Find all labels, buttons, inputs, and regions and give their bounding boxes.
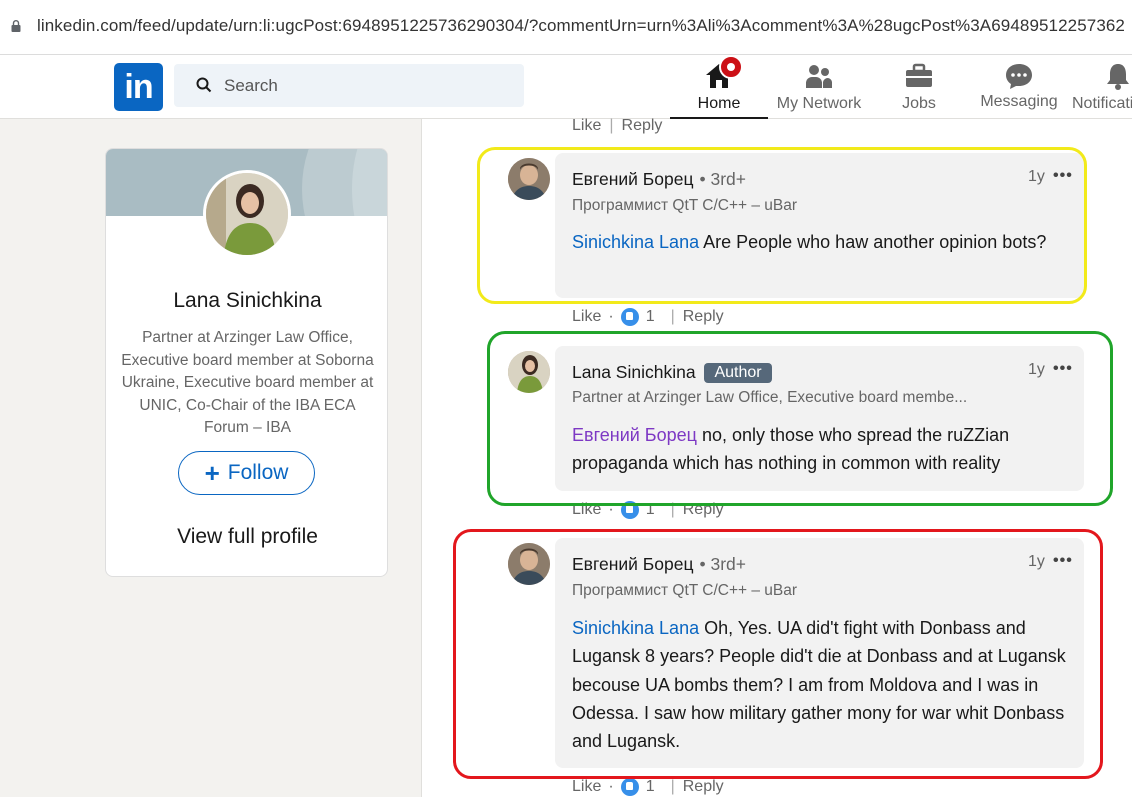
top-navbar: in Search Home My Network Jobs Messaging… — [0, 55, 1132, 119]
reaction-count[interactable]: 1 — [646, 308, 655, 326]
lock-icon — [11, 20, 21, 32]
red-highlight-box — [453, 529, 1103, 779]
follow-button[interactable]: + Follow — [178, 451, 315, 495]
browser-address-bar[interactable]: linkedin.com/feed/update/urn:li:ugcPost:… — [0, 0, 1132, 55]
search-icon — [196, 77, 212, 93]
url-text[interactable]: linkedin.com/feed/update/urn:li:ugcPost:… — [37, 16, 1125, 36]
separator-dot: · — [608, 778, 614, 795]
comment-actions: Like · 1 | Reply — [572, 778, 724, 796]
search-placeholder: Search — [224, 76, 278, 95]
nav-network-label: My Network — [776, 95, 862, 112]
cover-shape — [352, 149, 387, 216]
notification-badge — [719, 55, 743, 79]
divider: | — [670, 778, 675, 795]
follow-label: Follow — [227, 461, 289, 484]
reaction-count[interactable]: 1 — [646, 778, 655, 796]
view-full-profile-link[interactable]: View full profile — [106, 525, 387, 549]
divider: | — [670, 308, 675, 325]
comment-actions: Like · 1 | Reply — [572, 308, 724, 326]
search-input[interactable]: Search — [174, 64, 524, 107]
nav-messaging[interactable]: Messaging — [972, 55, 1066, 119]
yellow-highlight-box — [477, 147, 1087, 304]
profile-name[interactable]: Lana Sinichkina — [106, 289, 387, 313]
divider: | — [609, 117, 614, 134]
nav-notifications[interactable]: Notifications — [1068, 55, 1132, 119]
green-highlight-box — [487, 331, 1113, 506]
messaging-icon — [1006, 64, 1032, 89]
profile-card: Lana Sinichkina Partner at Arzinger Law … — [105, 148, 388, 577]
reply-button[interactable]: Reply — [683, 308, 724, 326]
like-reaction-icon — [620, 778, 639, 796]
nav-jobs[interactable]: Jobs — [880, 55, 958, 119]
reply-button[interactable]: Reply — [622, 117, 663, 135]
network-icon — [806, 65, 832, 88]
nav-home-label: Home — [697, 95, 741, 112]
like-reaction-icon — [620, 308, 639, 326]
briefcase-icon — [906, 63, 932, 87]
like-button[interactable]: Like — [572, 117, 601, 135]
profile-avatar[interactable] — [203, 170, 291, 258]
nav-jobs-label: Jobs — [902, 95, 936, 112]
comment-actions: Like | Reply — [572, 117, 662, 135]
like-button[interactable]: Like — [572, 308, 601, 326]
nav-notifications-label: Notifications — [1072, 95, 1132, 112]
linkedin-logo[interactable]: in — [114, 63, 163, 111]
nav-my-network[interactable]: My Network — [770, 55, 868, 119]
bell-icon — [1107, 64, 1129, 90]
avatar-image — [206, 173, 288, 255]
nav-messaging-label: Messaging — [980, 93, 1058, 110]
profile-headline: Partner at Arzinger Law Office, Executiv… — [121, 329, 374, 436]
like-button[interactable]: Like — [572, 778, 601, 796]
plus-icon: + — [204, 458, 220, 488]
separator-dot: · — [608, 308, 614, 325]
reply-button[interactable]: Reply — [683, 778, 724, 796]
